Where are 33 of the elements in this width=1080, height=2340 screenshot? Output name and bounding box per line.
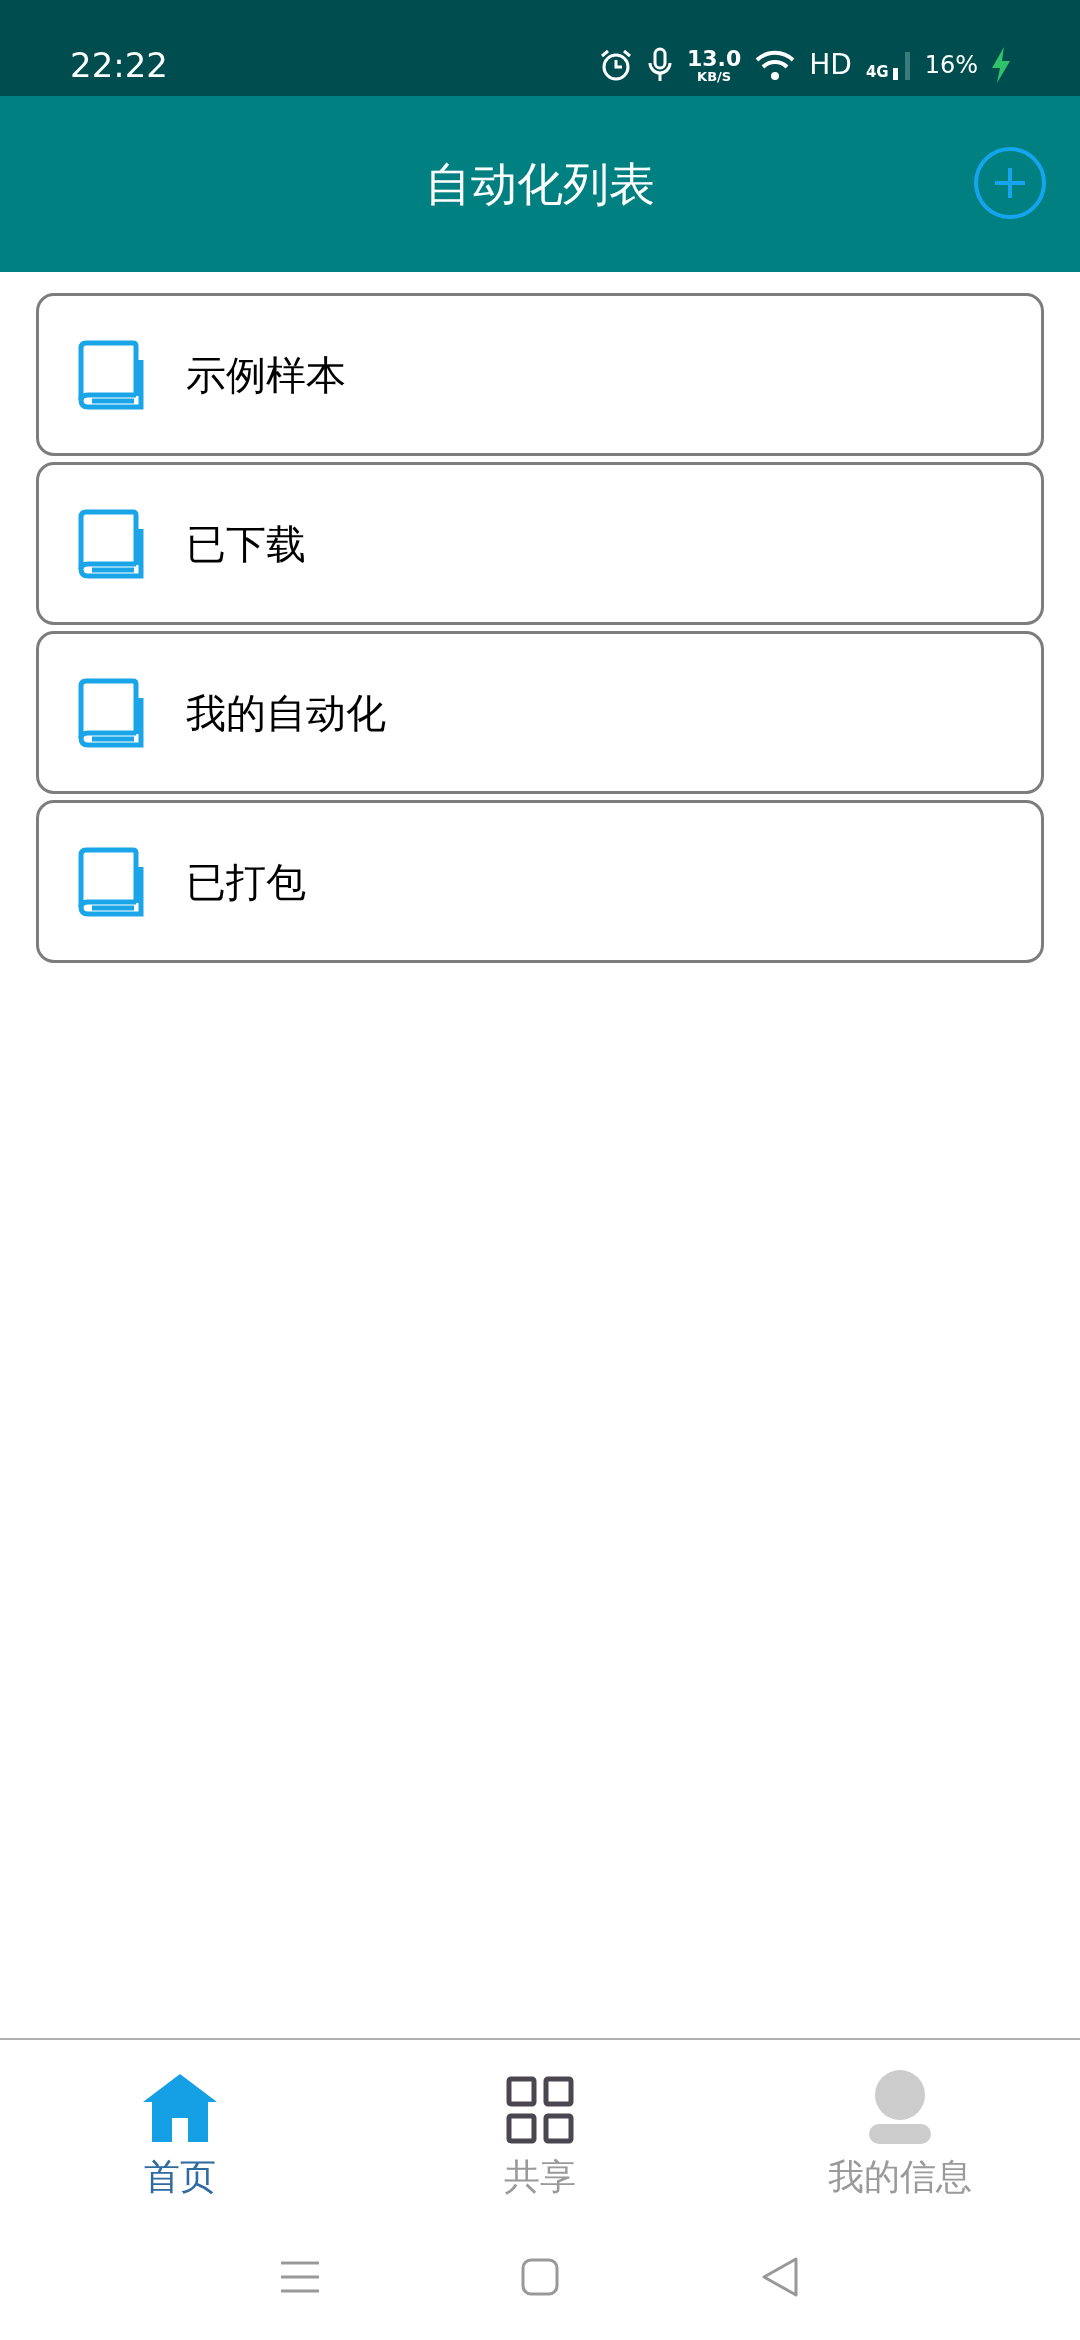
wifi-icon: [755, 49, 796, 81]
nav-tab[interactable]: 首页: [0, 2040, 360, 2214]
book-icon: [78, 846, 144, 917]
home-square-icon[interactable]: [521, 2258, 559, 2296]
page-title: 自动化列表: [425, 155, 655, 213]
signal-icon: [892, 50, 911, 80]
book-icon: [78, 508, 144, 579]
battery-level: 16%: [924, 50, 978, 81]
card-label: 已下载: [186, 519, 306, 569]
list-card[interactable]: 已打包: [36, 800, 1044, 963]
hd-label: HD: [809, 47, 852, 83]
network-type: 4G: [865, 65, 889, 80]
charging-bolt-icon: [992, 47, 1010, 83]
home-icon: [142, 2072, 218, 2144]
card-label: 我的自动化: [186, 688, 386, 738]
list-card[interactable]: 我的自动化: [36, 631, 1044, 794]
book-icon: [78, 339, 144, 410]
network-speed: 13.0: [687, 47, 742, 70]
person-icon: [868, 2070, 932, 2144]
back-icon[interactable]: [761, 2256, 799, 2298]
grid-icon: [506, 2076, 574, 2144]
speed-unit: KB/S: [697, 69, 732, 83]
list-card[interactable]: 示例样本: [36, 293, 1044, 456]
menu-icon[interactable]: [281, 2260, 319, 2294]
status-time: 22:22: [70, 43, 168, 87]
add-button[interactable]: [974, 147, 1046, 219]
card-label: 已打包: [186, 857, 306, 907]
card-label: 示例样本: [186, 350, 346, 400]
plus-icon: [993, 166, 1027, 200]
list-card[interactable]: 已下载: [36, 462, 1044, 625]
alarm-clock-icon: [599, 48, 633, 82]
book-icon: [78, 677, 144, 748]
microphone-icon: [647, 47, 673, 83]
